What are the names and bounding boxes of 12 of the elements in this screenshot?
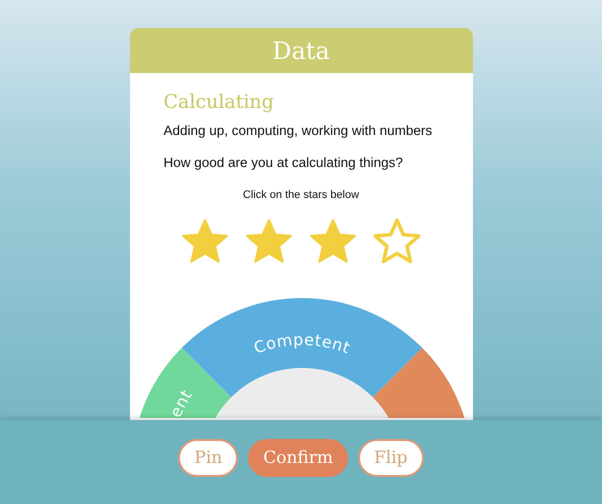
skill-description: Adding up, computing, working with numbers <box>164 123 432 138</box>
star-rating[interactable] <box>181 217 421 265</box>
segment-label: Competent <box>250 330 352 358</box>
action-button[interactable]: Confirm <box>248 439 348 477</box>
card-title: Data <box>272 36 330 64</box>
action-button[interactable]: Pin <box>178 439 238 477</box>
question-text: How good are you at calculating things? <box>164 155 403 170</box>
skill-gauge[interactable]: ent Competent <box>130 298 472 418</box>
action-button[interactable]: Flip <box>358 439 424 477</box>
segment-label: ent <box>165 386 196 418</box>
hint-text: Click on the stars below <box>242 189 360 201</box>
skill-name: Calculating <box>164 91 274 113</box>
